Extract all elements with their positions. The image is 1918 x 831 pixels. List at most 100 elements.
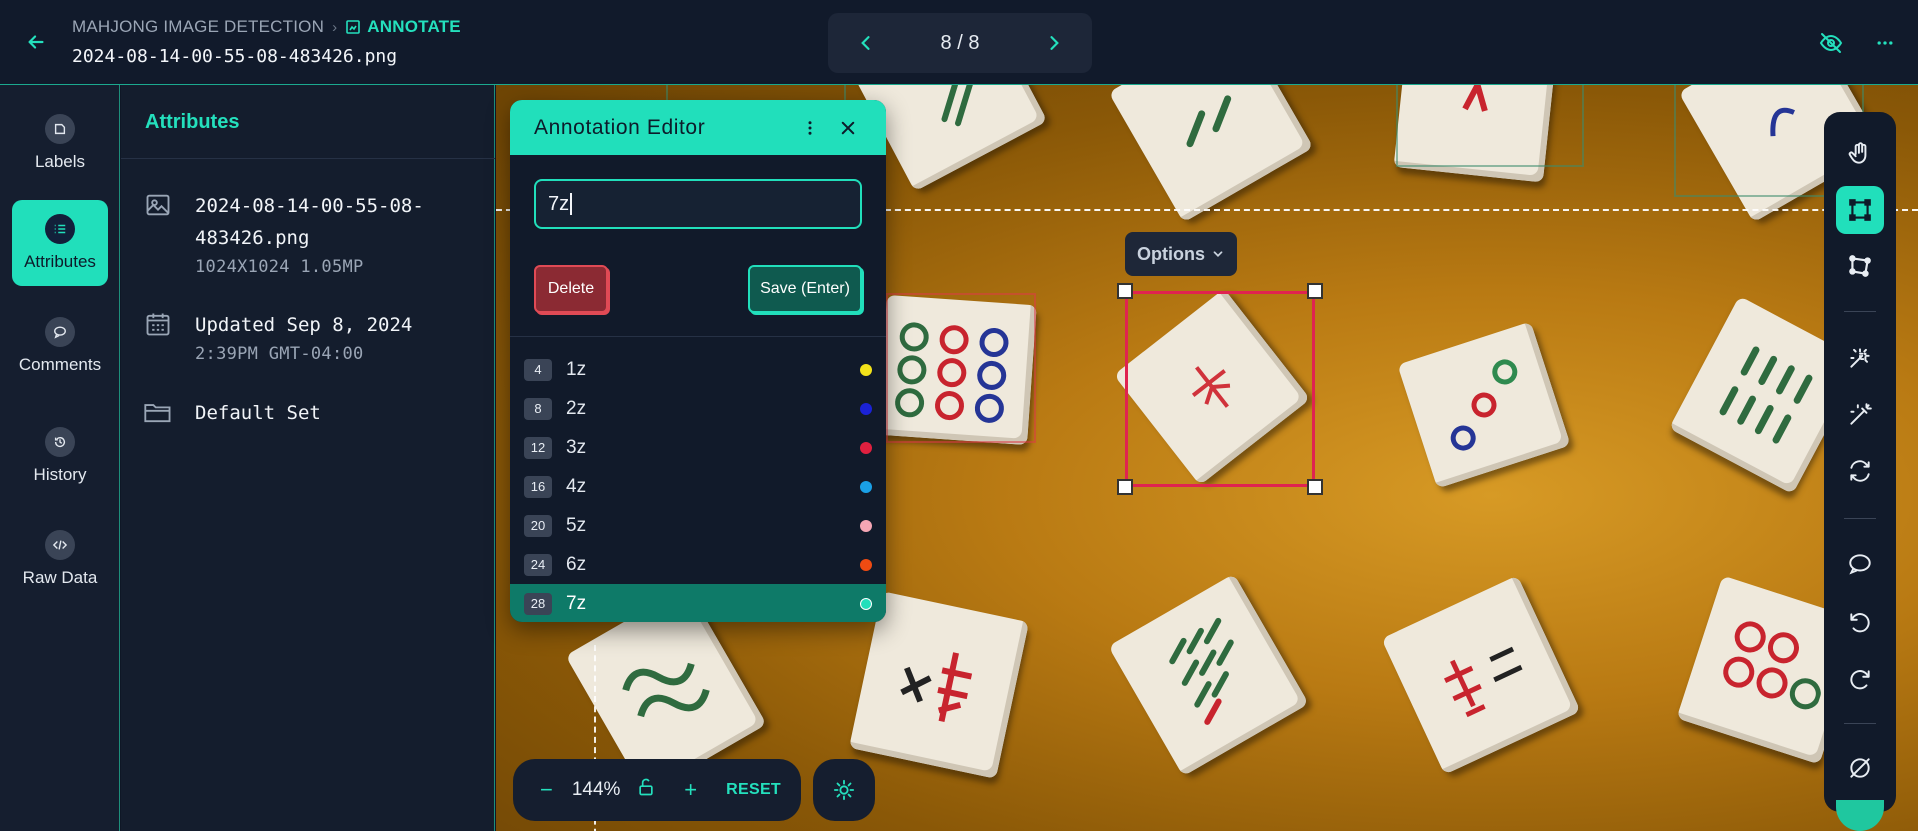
mahjong-tile xyxy=(1397,321,1571,489)
updated-time: 2:39PM GMT-04:00 xyxy=(195,344,364,364)
bounding-box-tool[interactable] xyxy=(1836,186,1884,234)
label-option-4z[interactable]: 16 4z xyxy=(510,467,886,506)
annotation-box[interactable] xyxy=(1396,85,1584,167)
calendar-icon xyxy=(143,309,173,339)
attribute-file: 2024-08-14-00-55-08- 483426.png 1024X102… xyxy=(143,190,424,280)
more-menu-button[interactable] xyxy=(1871,29,1899,57)
label-option-5z[interactable]: 20 5z xyxy=(510,506,886,545)
selected-bounding-box[interactable] xyxy=(1125,291,1315,487)
comment-tool[interactable] xyxy=(1836,540,1884,588)
polygon-icon xyxy=(1849,255,1871,277)
zoom-out-button[interactable]: − xyxy=(533,777,560,803)
resize-handle-bottom-left[interactable] xyxy=(1117,479,1133,495)
bounding-box-icon xyxy=(1849,199,1871,221)
breadcrumb: MAHJONG IMAGE DETECTION › ANNOTATE xyxy=(72,17,461,37)
mahjong-tile xyxy=(1381,575,1581,775)
editor-close-button[interactable] xyxy=(834,114,862,142)
divider xyxy=(121,158,495,159)
resize-handle-top-right[interactable] xyxy=(1307,283,1323,299)
redo-button[interactable] xyxy=(1836,656,1884,704)
rail-item-labels[interactable]: Labels xyxy=(12,100,108,186)
label-name: 2z xyxy=(566,397,587,419)
magic-wand-icon xyxy=(1850,403,1872,425)
annotation-editor: Annotation Editor 7z Delete Save (Enter)… xyxy=(510,100,886,622)
rail-label: History xyxy=(33,465,87,484)
shortcut-key: 8 xyxy=(524,397,552,420)
editor-header: Annotation Editor xyxy=(510,100,886,155)
lock-zoom-button[interactable] xyxy=(632,777,659,803)
delete-button[interactable]: Delete xyxy=(534,265,608,313)
label-option-1z[interactable]: 4 1z xyxy=(510,350,886,389)
image-icon xyxy=(143,190,173,220)
top-bar: MAHJONG IMAGE DETECTION › ANNOTATE 2024-… xyxy=(0,0,1918,85)
annotation-box[interactable] xyxy=(886,293,1036,443)
rail-item-history[interactable]: History xyxy=(12,413,108,499)
rail-item-comments[interactable]: Comments xyxy=(12,303,108,389)
label-color-dot xyxy=(860,441,872,454)
pan-hand-icon xyxy=(1848,142,1867,164)
back-arrow-icon[interactable] xyxy=(22,28,50,56)
magic-select-tool[interactable] xyxy=(1836,334,1884,382)
hide-annotations-button[interactable] xyxy=(1836,744,1884,792)
previous-image-button[interactable] xyxy=(854,31,878,55)
rail-label: Raw Data xyxy=(22,568,98,587)
breadcrumb-mode: ANNOTATE xyxy=(367,17,461,36)
attributes-panel: Attributes 2024-08-14-00-55-08- 483426.p… xyxy=(121,85,495,831)
redo-icon xyxy=(1850,670,1870,690)
editor-menu-button[interactable] xyxy=(796,114,824,142)
toolbar-separator xyxy=(1844,518,1876,519)
zoom-level: 144% xyxy=(571,779,621,800)
history-icon xyxy=(45,427,75,457)
label-option-7z[interactable]: 28 7z xyxy=(510,584,886,622)
resize-handle-top-left[interactable] xyxy=(1117,283,1133,299)
label-name: 5z xyxy=(566,514,587,536)
label-option-6z[interactable]: 24 6z xyxy=(510,545,886,584)
file-name-line1: 2024-08-14-00-55-08- xyxy=(195,195,424,217)
save-button[interactable]: Save (Enter) xyxy=(748,265,862,313)
more-icon xyxy=(1877,41,1893,45)
label-search-input[interactable]: 7z xyxy=(534,179,862,229)
undo-button[interactable] xyxy=(1836,599,1884,647)
shortcut-key: 16 xyxy=(524,475,552,498)
chevron-left-icon xyxy=(861,36,870,50)
label-option-2z[interactable]: 8 2z xyxy=(510,389,886,428)
label-color-dot xyxy=(860,519,872,532)
label-input-value: 7z xyxy=(548,192,570,215)
shortcut-key: 28 xyxy=(524,592,552,615)
zoom-in-button[interactable]: + xyxy=(677,777,704,803)
resize-handle-bottom-right[interactable] xyxy=(1307,479,1323,495)
sync-tool[interactable] xyxy=(1836,447,1884,495)
magic-select-icon xyxy=(1850,348,1870,368)
brightness-button[interactable] xyxy=(813,759,875,821)
tool-palette xyxy=(1824,112,1896,812)
breadcrumb-project[interactable]: MAHJONG IMAGE DETECTION xyxy=(72,17,324,37)
page-counter: 8 / 8 xyxy=(940,31,980,54)
image-pager: 8 / 8 xyxy=(828,13,1092,73)
rail-label: Attributes xyxy=(24,252,96,271)
chevron-right-icon: › xyxy=(332,18,338,36)
magic-wand-tool[interactable] xyxy=(1836,391,1884,439)
options-button[interactable]: Options xyxy=(1125,232,1237,276)
pan-tool[interactable] xyxy=(1836,130,1884,178)
reset-zoom-button[interactable]: RESET xyxy=(726,781,781,799)
next-image-button[interactable] xyxy=(1042,31,1066,55)
polygon-tool[interactable] xyxy=(1836,242,1884,290)
shortcut-key: 12 xyxy=(524,436,552,459)
breadcrumb-annotate: ANNOTATE xyxy=(345,17,461,37)
mahjong-tile xyxy=(1108,573,1309,777)
comment-icon xyxy=(1849,554,1871,575)
label-name: 3z xyxy=(566,436,587,458)
rail-item-raw-data[interactable]: Raw Data xyxy=(12,516,108,602)
dataset-name: Default Set xyxy=(195,402,321,424)
list-icon xyxy=(45,214,75,244)
toggle-visibility-button[interactable] xyxy=(1817,29,1845,57)
shortcut-key: 4 xyxy=(524,358,552,381)
rail-item-attributes[interactable]: Attributes xyxy=(12,200,108,286)
label-color-dot xyxy=(860,363,872,376)
chevron-right-icon xyxy=(1050,36,1059,50)
label-option-3z[interactable]: 12 3z xyxy=(510,428,886,467)
rail-label: Labels xyxy=(34,152,86,171)
file-meta: 1024X1024 1.05MP xyxy=(195,257,364,277)
shortcut-key: 24 xyxy=(524,553,552,576)
label-color-dot xyxy=(860,402,872,415)
